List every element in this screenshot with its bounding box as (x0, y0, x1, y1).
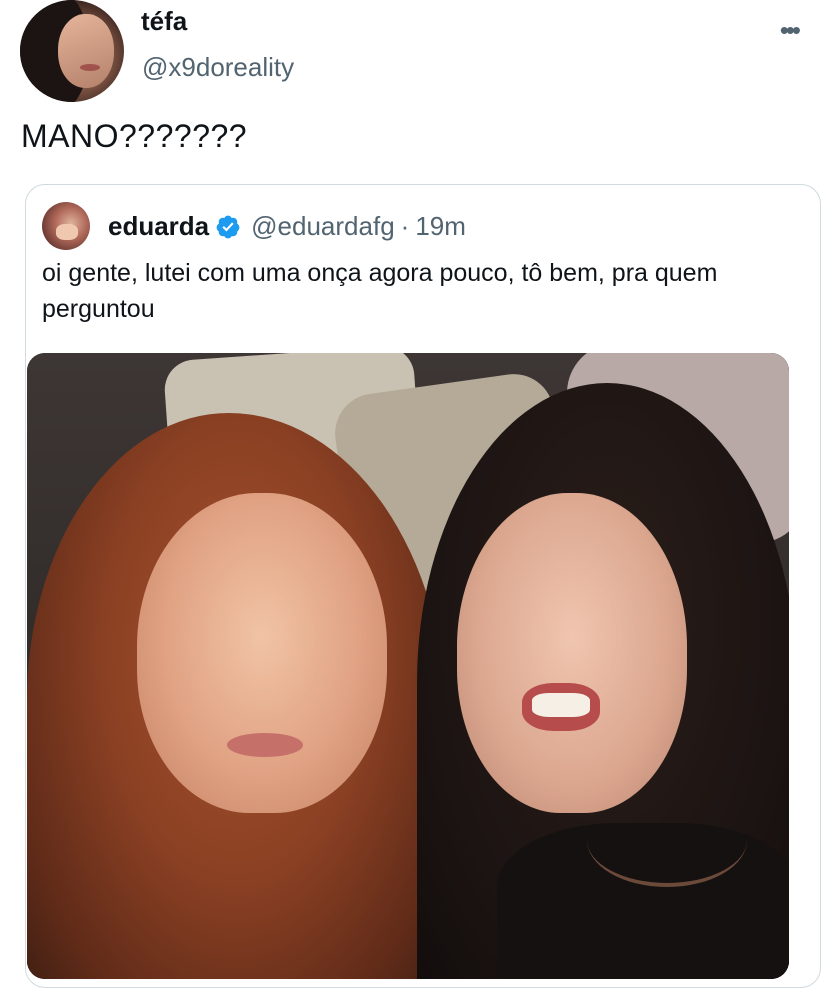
quoted-author-avatar[interactable] (42, 202, 90, 250)
verified-badge-icon (215, 214, 241, 240)
tweet: téfa @x9doreality ••• MANO??????? eduard… (0, 0, 828, 996)
separator-dot: · (400, 211, 410, 241)
author-handle[interactable]: @x9doreality (142, 52, 294, 83)
quoted-tweet-photo[interactable] (27, 353, 789, 979)
more-horizontal-icon[interactable]: ••• (780, 17, 801, 43)
quoted-author-row: eduarda @eduardafg · 19m (108, 211, 466, 242)
quoted-tweet-time[interactable]: 19m (415, 211, 466, 242)
quoted-author-handle[interactable]: @eduardafg (251, 211, 395, 242)
tweet-text: MANO??????? (21, 118, 248, 154)
quoted-tweet-text: oi gente, lutei com uma onça agora pouco… (42, 259, 718, 323)
author-avatar[interactable] (20, 0, 124, 102)
quoted-tweet-card[interactable]: eduarda @eduardafg · 19m oi gente, lutei… (25, 184, 821, 988)
author-display-name[interactable]: téfa (141, 6, 187, 37)
quoted-author-display-name[interactable]: eduarda (108, 211, 209, 242)
